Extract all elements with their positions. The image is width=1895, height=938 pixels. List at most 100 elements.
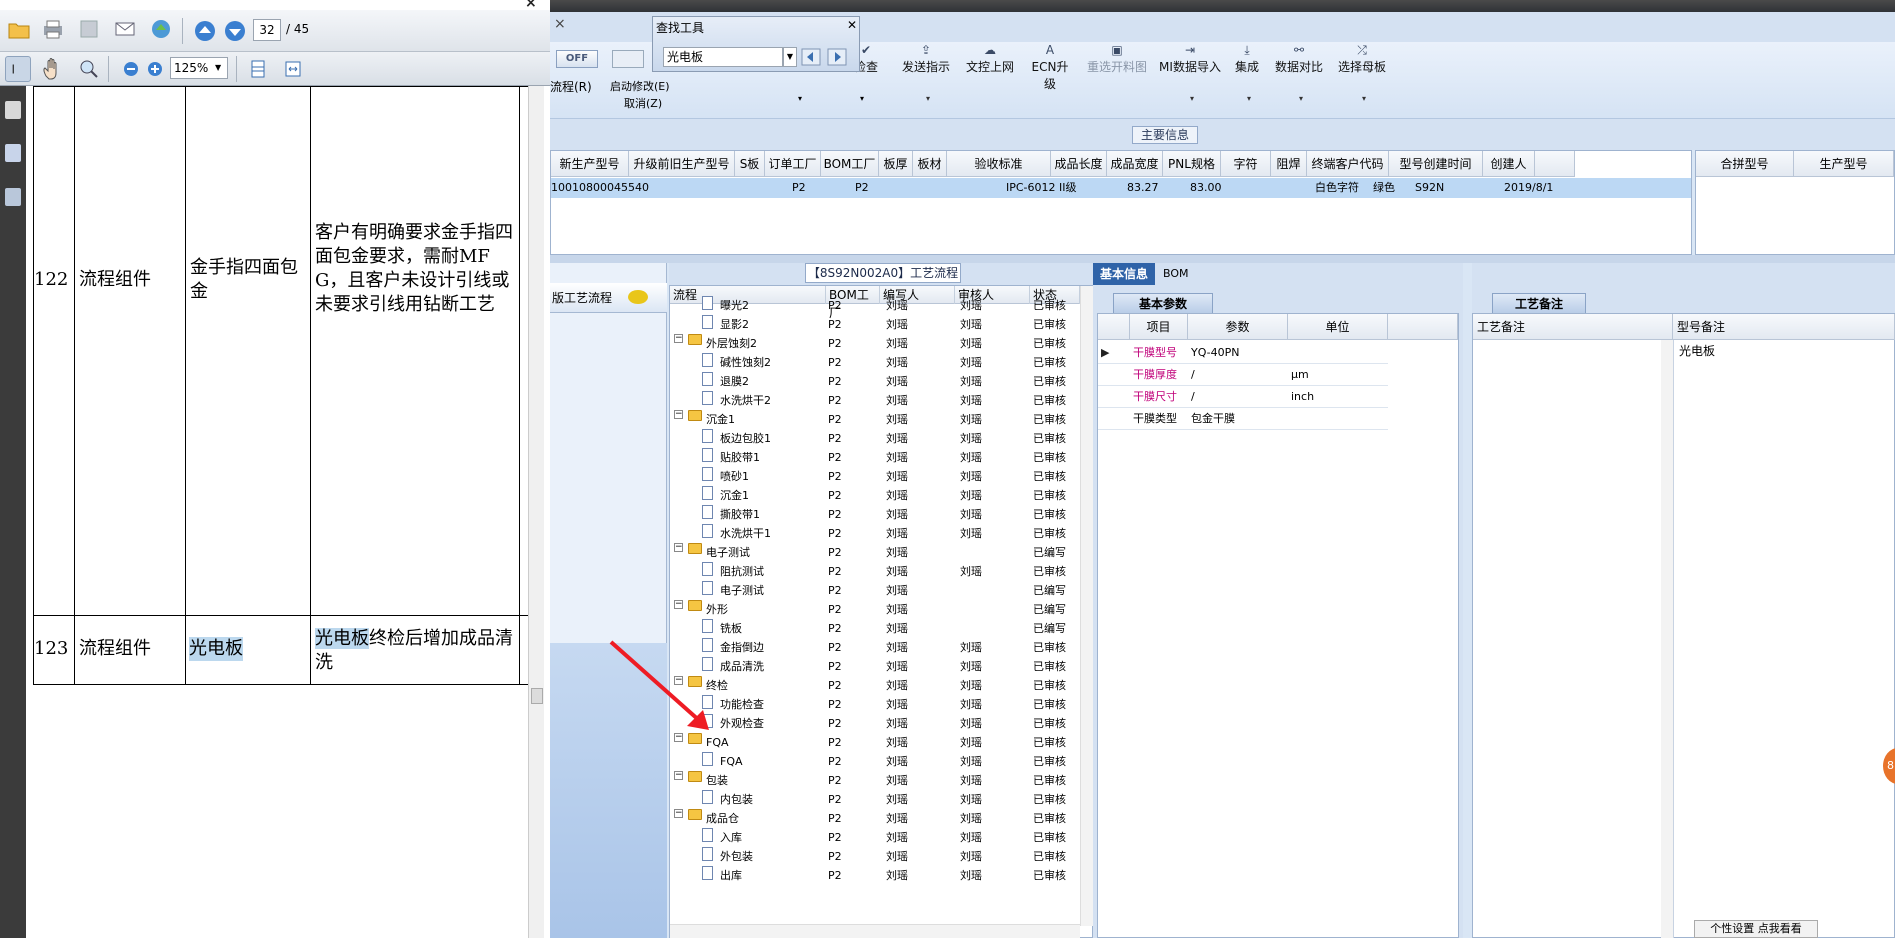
next-page-icon[interactable] [222, 18, 248, 44]
tree-row[interactable]: 碱性蚀刻2 P2 刘瑶 刘瑶 已审核 [670, 353, 1078, 372]
column-header[interactable]: 成品长度 [1051, 151, 1107, 177]
ecn-upgrade-button[interactable]: A ECN升级 [1026, 44, 1074, 104]
comment-bubble-icon[interactable] [628, 290, 648, 304]
column-header[interactable]: 板材 [913, 151, 947, 177]
column-header[interactable]: 成品宽度 [1107, 151, 1163, 177]
send-instruction-button[interactable]: ⇪ 发送指示 ▾ [900, 44, 952, 104]
column-header[interactable]: 订单工厂 [765, 151, 821, 177]
chevron-down-icon[interactable]: ▾ [1190, 94, 1194, 103]
tree-row[interactable]: 成品清洗 P2 刘瑶 刘瑶 已审核 [670, 657, 1078, 676]
cancel-label[interactable]: 取消(Z) [624, 95, 662, 111]
chevron-down-icon[interactable]: ▾ [1299, 94, 1303, 103]
page-number-input[interactable]: 32 [253, 19, 281, 41]
param-value[interactable]: / [1188, 386, 1288, 408]
tree-row[interactable]: 内包装 P2 刘瑶 刘瑶 已审核 [670, 790, 1078, 809]
tree-row[interactable]: 贴胶带1 P2 刘瑶 刘瑶 已审核 [670, 448, 1078, 467]
bookmarks-panel-icon[interactable] [5, 144, 21, 162]
select-mother-board-button[interactable]: ⤮ 选择母板 ▾ [1336, 44, 1388, 104]
tree-toggle-icon[interactable]: − [674, 771, 683, 780]
tree-toggle-icon[interactable]: − [674, 334, 683, 343]
pdf-vertical-scrollbar[interactable] [528, 86, 544, 938]
tree-row[interactable]: 出库 P2 刘瑶 刘瑶 已审核 [670, 866, 1078, 885]
off-toggle-button[interactable]: OFF [556, 50, 598, 68]
previous-page-icon[interactable] [192, 18, 218, 44]
column-header[interactable]: 终端客户代码 [1307, 151, 1389, 177]
tree-row[interactable]: 入库 P2 刘瑶 刘瑶 已审核 [670, 828, 1078, 847]
column-header[interactable]: 合拼型号 [1696, 151, 1794, 177]
tree-row[interactable]: 铣板 P2 刘瑶 已编写 [670, 619, 1078, 638]
column-header[interactable]: 项目 [1130, 314, 1188, 340]
column-header[interactable]: 验收标准 [947, 151, 1051, 177]
tree-vertical-scrollbar[interactable] [1080, 286, 1093, 926]
integrate-button[interactable]: ⤓ 集成 ▾ [1232, 44, 1262, 104]
column-header[interactable]: 升级前旧生产型号 [629, 151, 735, 177]
tree-row[interactable]: − FQA P2 刘瑶 刘瑶 已审核 [670, 733, 1078, 752]
chevron-down-icon[interactable]: ▾ [1247, 94, 1251, 103]
column-header[interactable]: 工艺备注 [1473, 314, 1673, 340]
column-header[interactable]: 参数 [1188, 314, 1288, 340]
main-info-tab[interactable]: 主要信息 [1132, 126, 1198, 144]
tree-row[interactable]: 水洗烘干2 P2 刘瑶 刘瑶 已审核 [670, 391, 1078, 410]
column-header[interactable]: 型号创建时间 [1389, 151, 1483, 177]
chevron-down-icon[interactable]: ▾ [926, 94, 930, 103]
tree-toggle-icon[interactable]: − [674, 543, 683, 552]
param-value[interactable]: / [1188, 364, 1288, 386]
find-input[interactable]: 光电板 [663, 47, 783, 67]
tree-row[interactable]: 曝光2 P2 刘瑶 刘瑶 已审核 [670, 296, 1078, 315]
tree-row[interactable]: 显影2 P2 刘瑶 刘瑶 已审核 [670, 315, 1078, 334]
mi-data-import-button[interactable]: ⇥ MI数据导入 ▾ [1158, 44, 1222, 104]
start-modify-label[interactable]: 启动修改(E) [610, 78, 670, 94]
select-text-icon[interactable]: I [5, 56, 31, 82]
param-item-label[interactable]: 干膜类型 [1130, 408, 1188, 430]
craft-remarks-tab[interactable]: 工艺备注 [1492, 293, 1586, 313]
chevron-down-icon[interactable]: ▾ [798, 94, 802, 103]
hand-tool-icon[interactable] [38, 56, 64, 82]
column-header[interactable]: PNL规格 [1163, 151, 1221, 177]
blank-toggle-button[interactable] [612, 50, 644, 68]
param-item-label[interactable]: 干膜尺寸 [1130, 386, 1188, 408]
personal-settings-popup[interactable]: 个性设置 点我看看 [1694, 920, 1818, 938]
tree-row[interactable]: 沉金1 P2 刘瑶 刘瑶 已审核 [670, 486, 1078, 505]
scrollbar-thumb[interactable] [531, 688, 543, 704]
tab-bom[interactable]: BOM [1163, 267, 1189, 280]
tree-toggle-icon[interactable]: − [674, 600, 683, 609]
chevron-down-icon[interactable]: ▾ [1362, 94, 1366, 103]
close-icon[interactable]: × [554, 16, 566, 32]
fit-width-icon[interactable] [280, 56, 306, 82]
splitter-bar[interactable] [550, 255, 1895, 263]
print-icon[interactable] [40, 16, 66, 42]
column-header[interactable]: 创建人 [1483, 151, 1535, 177]
tree-row[interactable]: 退膜2 P2 刘瑶 刘瑶 已审核 [670, 372, 1078, 391]
table-row-selected[interactable]: 10010800045540 P2 P2 IPC-6012 II级 83.27 … [551, 178, 1691, 198]
signatures-panel-icon[interactable] [5, 188, 21, 206]
column-header[interactable]: 型号备注 [1673, 314, 1895, 340]
column-header[interactable]: S板 [735, 151, 765, 177]
column-header[interactable]: 生产型号 [1794, 151, 1894, 177]
param-unit[interactable]: μm [1288, 364, 1388, 386]
row-indicator[interactable] [1098, 386, 1130, 408]
row-indicator[interactable] [1098, 408, 1130, 430]
tree-row[interactable]: − 包装 P2 刘瑶 刘瑶 已审核 [670, 771, 1078, 790]
tree-row[interactable]: 金指倒边 P2 刘瑶 刘瑶 已审核 [670, 638, 1078, 657]
tree-row[interactable]: − 外形 P2 刘瑶 已编写 [670, 600, 1078, 619]
tree-row[interactable]: 撕胶带1 P2 刘瑶 刘瑶 已审核 [670, 505, 1078, 524]
param-item-label[interactable]: 干膜厚度 [1130, 364, 1188, 386]
tree-row[interactable]: FQA P2 刘瑶 刘瑶 已审核 [670, 752, 1078, 771]
tree-row[interactable]: − 沉金1 P2 刘瑶 刘瑶 已审核 [670, 410, 1078, 429]
tree-row[interactable]: 阻抗测试 P2 刘瑶 刘瑶 已审核 [670, 562, 1078, 581]
chevron-down-icon[interactable]: ▼ [783, 47, 797, 67]
column-header[interactable]: 字符 [1221, 151, 1271, 177]
zoom-out-icon[interactable] [118, 56, 144, 82]
process-list-header[interactable]: 版工艺流程 [550, 283, 667, 313]
row-indicator[interactable]: ▶ [1098, 342, 1130, 364]
param-unit[interactable] [1288, 342, 1388, 364]
column-header[interactable]: 板厚 [879, 151, 913, 177]
column-header[interactable]: 新生产型号 [551, 151, 629, 177]
tree-row[interactable]: − 外层蚀刻2 P2 刘瑶 刘瑶 已审核 [670, 334, 1078, 353]
tree-row[interactable]: 板边包胶1 P2 刘瑶 刘瑶 已审核 [670, 429, 1078, 448]
open-folder-icon[interactable] [6, 16, 32, 42]
zoom-tool-icon[interactable] [76, 56, 102, 82]
reselect-cutting-chart-button[interactable]: ▣ 重选开料图 [1086, 44, 1148, 104]
process-flow-tab[interactable]: 【8S92N002A0】工艺流程 [805, 263, 961, 283]
find-next-icon[interactable] [827, 48, 847, 66]
